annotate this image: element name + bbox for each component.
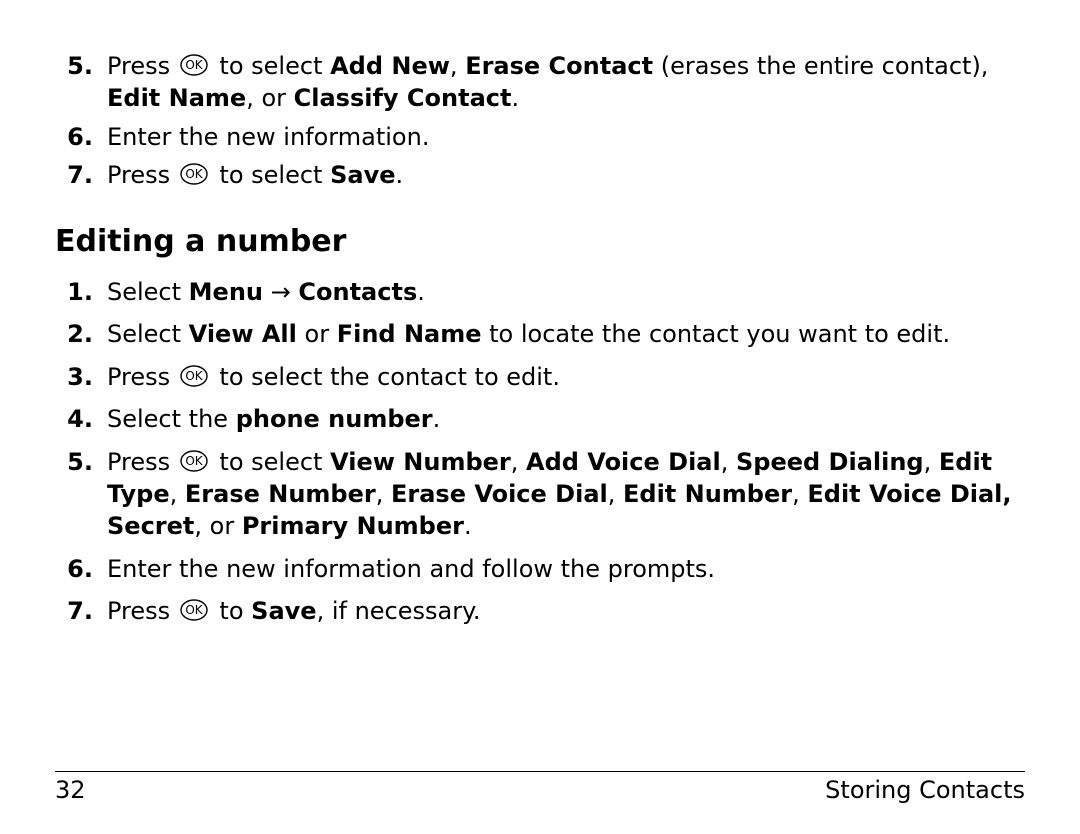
bold-text: Add Voice Dial — [526, 448, 721, 476]
section-heading: Editing a number — [55, 222, 1025, 263]
bold-text: Edit Number — [623, 480, 792, 508]
bold-text: Classify Contact — [294, 84, 512, 112]
step-text: Select the phone number. — [107, 403, 1025, 435]
bold-text: Erase Voice Dial — [391, 480, 608, 508]
step-item: 2.Select View All or Find Name to locate… — [55, 318, 1025, 350]
bold-text: View Number — [330, 448, 511, 476]
bold-text: Contacts — [298, 278, 417, 306]
svg-text:OK: OK — [185, 603, 203, 617]
step-text: Press OK to Save, if necessary. — [107, 595, 1025, 627]
svg-text:OK: OK — [185, 454, 203, 468]
step-text: Press OK to select Add New, Erase Contac… — [107, 50, 1025, 115]
step-item: 5.Press OK to select Add New, Erase Cont… — [55, 50, 1025, 115]
bold-text: Add New — [330, 52, 450, 80]
ok-icon: OK — [180, 54, 208, 76]
step-number: 6. — [55, 121, 107, 153]
step-item: 3.Press OK to select the contact to edit… — [55, 361, 1025, 393]
bold-text: Edit Name — [107, 84, 246, 112]
page-number: 32 — [55, 776, 86, 804]
footer-rule — [55, 771, 1025, 772]
step-number: 7. — [55, 595, 107, 627]
step-item: 7.Press OK to select Save. — [55, 159, 1025, 191]
step-text: Press OK to select View Number, Add Voic… — [107, 446, 1025, 543]
bold-text: Erase Number — [185, 480, 376, 508]
page: 5.Press OK to select Add New, Erase Cont… — [0, 0, 1080, 834]
step-text: Enter the new information. — [107, 121, 1025, 153]
step-text: Press OK to select the contact to edit. — [107, 361, 1025, 393]
page-footer: 32 Storing Contacts — [55, 771, 1025, 804]
step-number: 4. — [55, 403, 107, 435]
svg-text:OK: OK — [185, 58, 203, 72]
step-item: 5.Press OK to select View Number, Add Vo… — [55, 446, 1025, 543]
ok-icon: OK — [180, 365, 208, 387]
step-item: 7.Press OK to Save, if necessary. — [55, 595, 1025, 627]
step-number: 5. — [55, 446, 107, 478]
step-text: Select View All or Find Name to locate t… — [107, 318, 1025, 350]
bold-text: Save — [251, 597, 316, 625]
step-item: 6.Enter the new information and follow t… — [55, 553, 1025, 585]
step-number: 2. — [55, 318, 107, 350]
bold-text: Save — [330, 161, 395, 189]
bold-text: Primary Number — [242, 512, 464, 540]
step-item: 6.Enter the new information. — [55, 121, 1025, 153]
step-number: 5. — [55, 50, 107, 82]
bold-text: Erase Contact — [465, 52, 653, 80]
step-number: 7. — [55, 159, 107, 191]
svg-text:OK: OK — [185, 167, 203, 181]
step-number: 6. — [55, 553, 107, 585]
step-text: Select Menu → Contacts. — [107, 276, 1025, 308]
step-item: 1.Select Menu → Contacts. — [55, 276, 1025, 308]
footer-section-title: Storing Contacts — [825, 776, 1025, 804]
step-item: 4.Select the phone number. — [55, 403, 1025, 435]
steps-continued: 5.Press OK to select Add New, Erase Cont… — [55, 50, 1025, 192]
bold-text: phone number — [236, 405, 433, 433]
step-text: Press OK to select Save. — [107, 159, 1025, 191]
ok-icon: OK — [180, 599, 208, 621]
svg-text:OK: OK — [185, 369, 203, 383]
step-number: 1. — [55, 276, 107, 308]
step-number: 3. — [55, 361, 107, 393]
step-text: Enter the new information and follow the… — [107, 553, 1025, 585]
bold-text: View All — [189, 320, 297, 348]
bold-text: Menu — [189, 278, 263, 306]
bold-text: Find Name — [337, 320, 482, 348]
ok-icon: OK — [180, 450, 208, 472]
steps-editing-a-number: 1.Select Menu → Contacts.2.Select View A… — [55, 276, 1025, 628]
bold-text: Speed Dialing — [736, 448, 924, 476]
ok-icon: OK — [180, 163, 208, 185]
content: 5.Press OK to select Add New, Erase Cont… — [55, 50, 1025, 628]
